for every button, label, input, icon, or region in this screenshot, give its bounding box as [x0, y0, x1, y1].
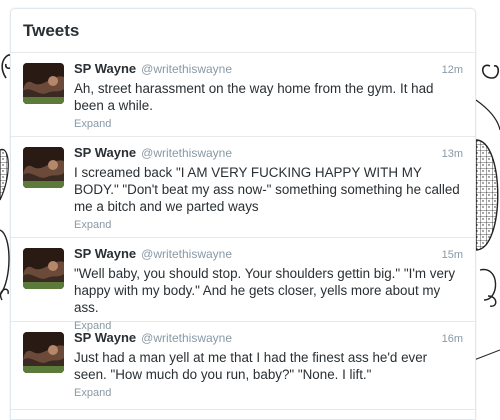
avatar[interactable]: [23, 332, 64, 373]
tweet-text: "Well baby, you should stop. Your should…: [74, 266, 456, 315]
avatar-image: [23, 147, 64, 188]
tweet-author-handle[interactable]: @writethiswayne: [141, 146, 232, 160]
avatar[interactable]: [23, 63, 64, 104]
tweet-timestamp[interactable]: 15m: [442, 249, 463, 261]
panel-title: Tweets: [23, 20, 80, 40]
tweet-author-name[interactable]: SP Wayne: [74, 61, 136, 76]
tweet-item[interactable]: SP Wayne @writethiswayne 12m Ah, street …: [11, 53, 475, 137]
tweets-panel: Tweets SP Wayne @writethiswayne 12m Ah, …: [10, 8, 476, 420]
tweet-text: Just had a man yell at me that I had the…: [74, 350, 428, 382]
avatar-image: [23, 248, 64, 289]
tweet-text: I screamed back "I AM VERY FUCKING HAPPY…: [74, 165, 460, 214]
tweet-text: Ah, street harassment on the way home fr…: [74, 81, 434, 113]
panel-header: Tweets: [11, 9, 475, 53]
expand-link[interactable]: Expand: [74, 118, 463, 130]
tweet-author-name[interactable]: SP Wayne: [74, 246, 136, 261]
expand-link[interactable]: Expand: [74, 387, 463, 399]
tweet-timestamp[interactable]: 13m: [442, 148, 463, 160]
avatar-image: [23, 332, 64, 373]
tweet-timestamp[interactable]: 16m: [442, 333, 463, 345]
tweet-author-handle[interactable]: @writethiswayne: [141, 247, 232, 261]
tweet-author-handle[interactable]: @writethiswayne: [141, 331, 232, 345]
tweet-item[interactable]: SP Wayne @writethiswayne 15m "Well baby,…: [11, 238, 475, 332]
tweet-timestamp[interactable]: 12m: [442, 64, 463, 76]
avatar-image: [23, 63, 64, 104]
avatar[interactable]: [23, 147, 64, 188]
avatar[interactable]: [23, 248, 64, 289]
tweet-author-name[interactable]: SP Wayne: [74, 145, 136, 160]
tweet-author-handle[interactable]: @writethiswayne: [141, 62, 232, 76]
expand-link[interactable]: Expand: [74, 219, 463, 231]
tweet-item[interactable]: SP Wayne @writethiswayne 13m I screamed …: [11, 137, 475, 238]
tweet-author-name[interactable]: SP Wayne: [74, 330, 136, 345]
tweet-item[interactable]: SP Wayne @writethiswayne 16m Just had a …: [11, 322, 475, 410]
